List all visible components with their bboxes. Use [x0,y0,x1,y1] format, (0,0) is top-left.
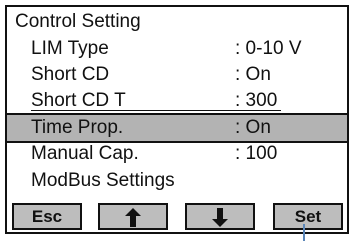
up-button[interactable] [98,203,168,230]
menu-item-value: : On [235,64,271,85]
menu-item-label: Time Prop. [31,117,124,138]
row-underline [31,110,281,111]
menu-item-time-prop-selected[interactable]: Time Prop. : On [7,113,347,143]
menu-item-label: LIM Type [31,38,109,59]
menu-item-lim-type[interactable]: LIM Type : 0-10 V [11,36,347,62]
menu-item-short-cd[interactable]: Short CD : On [11,62,347,88]
menu-item-label: ModBus Settings [31,170,175,191]
menu-item-label: Manual Cap. [31,143,139,164]
menu-item-value: : On [235,117,271,138]
controller-display: Control Setting LIM Type : 0-10 V Short … [5,5,349,234]
screen-title: Control Setting [15,11,141,32]
softkey-bar: Esc Set [9,203,345,230]
set-button[interactable]: Set [273,203,343,230]
menu-item-label: Short CD [31,64,110,85]
menu-item-short-cd-t[interactable]: Short CD T : 300 [11,88,347,114]
down-button[interactable] [185,203,255,230]
menu-item-manual-cap[interactable]: Manual Cap. : 100 [11,141,347,167]
arrow-up-icon [125,208,141,227]
menu-item-value: : 100 [235,143,278,164]
arrow-down-icon [212,208,228,227]
esc-button[interactable]: Esc [12,203,82,230]
menu-item-value: : 0-10 V [235,38,302,59]
menu-item-modbus-settings[interactable]: ModBus Settings [11,168,347,194]
pointer-line [303,224,305,241]
